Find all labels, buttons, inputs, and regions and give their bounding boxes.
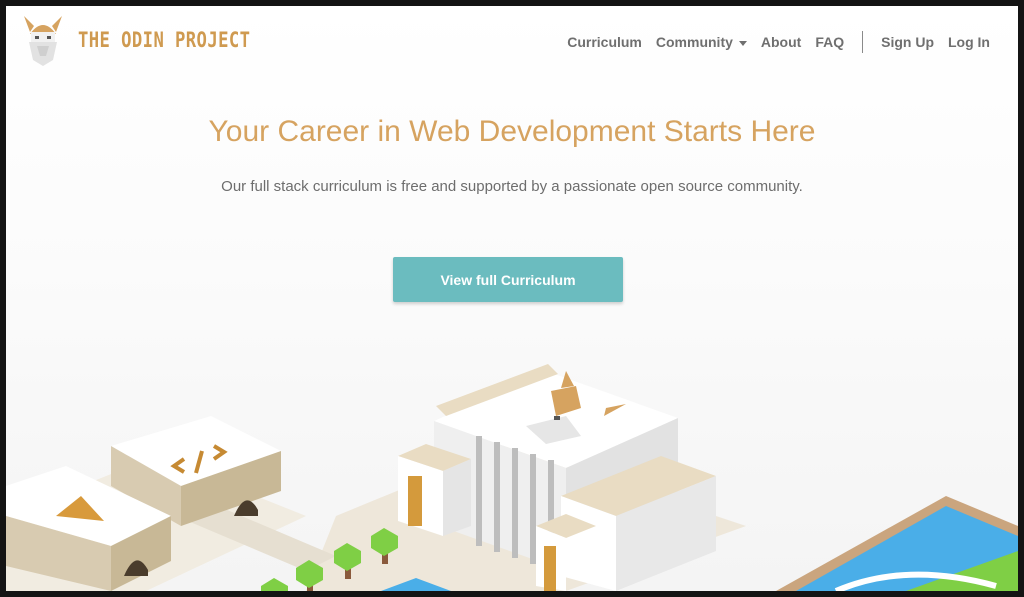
site-header: THE ODIN PROJECT Curriculum Community Ab… bbox=[6, 6, 1018, 72]
odin-viking-icon bbox=[24, 16, 62, 66]
tree-icon bbox=[261, 578, 288, 591]
nav-label: About bbox=[760, 34, 802, 50]
nav-label: Community bbox=[655, 34, 733, 50]
isometric-city-illustration bbox=[6, 364, 1018, 591]
nav-curriculum[interactable]: Curriculum bbox=[567, 34, 642, 50]
hero-subtitle: Our full stack curriculum is free and su… bbox=[221, 178, 803, 195]
view-curriculum-button[interactable]: View full Curriculum bbox=[393, 257, 623, 302]
hero-title: Your Career in Web Development Starts He… bbox=[208, 115, 816, 148]
pool-icon bbox=[776, 496, 1018, 591]
left-wing bbox=[398, 444, 471, 536]
caret-down-icon bbox=[738, 40, 747, 46]
log-in-link[interactable]: Log In bbox=[948, 34, 990, 50]
page: THE ODIN PROJECT Curriculum Community Ab… bbox=[6, 6, 1018, 591]
nav-label: FAQ bbox=[815, 34, 845, 50]
brand-name: THE ODIN PROJECT bbox=[78, 28, 251, 52]
main-nav: Curriculum Community About FAQ Sign Up L… bbox=[567, 31, 990, 53]
nav-community[interactable]: Community bbox=[656, 34, 747, 50]
nav-about[interactable]: About bbox=[761, 34, 801, 50]
nav-label: Curriculum bbox=[567, 34, 642, 50]
nav-faq[interactable]: FAQ bbox=[815, 34, 844, 50]
nav-divider bbox=[862, 31, 864, 53]
sign-up-link[interactable]: Sign Up bbox=[881, 34, 934, 50]
logo-link[interactable]: THE ODIN PROJECT bbox=[20, 12, 288, 68]
